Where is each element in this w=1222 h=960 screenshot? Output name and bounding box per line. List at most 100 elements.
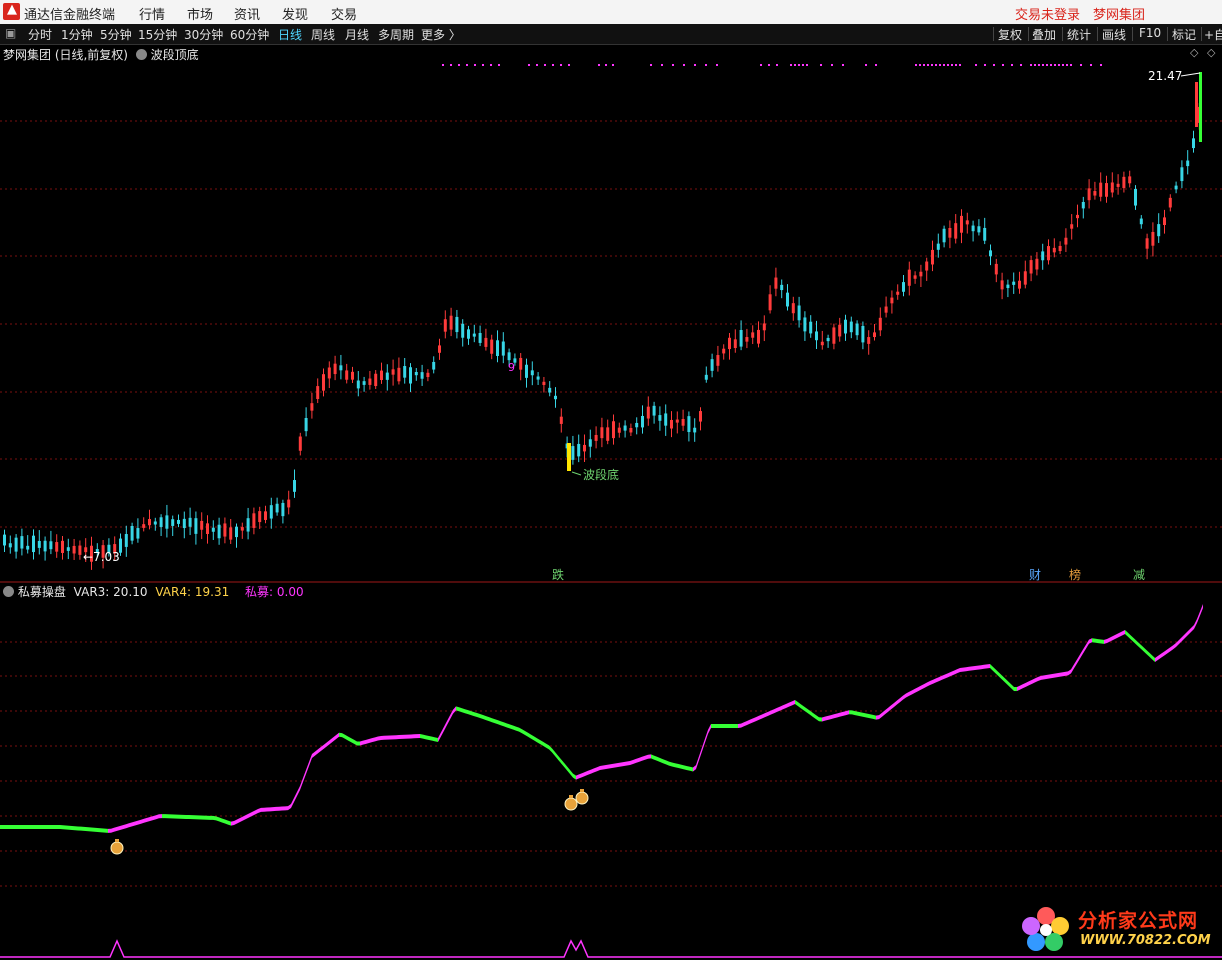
candlestick-chart[interactable]: 21.47 ←7.03 波段底 9 跌 财 榜 减 xyxy=(0,44,1222,584)
event-label-bang[interactable]: 榜 xyxy=(1069,567,1081,582)
indicator-segment xyxy=(105,828,108,833)
f10-button[interactable]: F10 xyxy=(1139,26,1161,40)
indicator-segment xyxy=(267,807,270,812)
draw-button[interactable]: 画线 xyxy=(1102,26,1126,43)
signal-dot xyxy=(528,64,530,66)
indicator-segment xyxy=(120,825,123,830)
indicator-segment xyxy=(147,817,150,822)
signal-dot xyxy=(1080,64,1082,66)
indicator-segment xyxy=(78,826,81,831)
tab-period-multi[interactable]: 多周期 xyxy=(378,26,414,43)
tab-period-daily[interactable]: 日线 xyxy=(278,26,302,43)
candle-body xyxy=(136,528,140,539)
menu-item-market[interactable]: 市场 xyxy=(187,4,213,23)
tab-period-weekly[interactable]: 周线 xyxy=(311,26,335,43)
candle-body xyxy=(200,520,204,530)
event-label-jian[interactable]: 减 xyxy=(1133,568,1145,582)
event-label-die[interactable]: 跌 xyxy=(552,567,564,582)
var3-label: VAR3: xyxy=(73,585,110,599)
indicator-segment xyxy=(873,714,876,720)
candle-body xyxy=(931,249,934,265)
indicator-segment xyxy=(1005,678,1008,686)
signal-dot xyxy=(935,64,937,66)
candle-body xyxy=(240,527,244,531)
indicator-segment xyxy=(1200,604,1203,616)
signal-dot xyxy=(672,64,674,66)
pm-value: 0.00 xyxy=(276,585,304,599)
tab-period-30min[interactable]: 30分钟 xyxy=(184,26,223,43)
signal-dot xyxy=(923,64,925,66)
indicator-segment xyxy=(555,752,558,760)
candle-body xyxy=(739,329,743,347)
indicator-segment xyxy=(192,815,195,820)
indicator-segment xyxy=(171,814,174,819)
indicator-segment xyxy=(345,734,348,741)
candle-body xyxy=(542,381,546,385)
indicator-segment xyxy=(189,815,192,820)
signal-dot xyxy=(1034,64,1036,66)
indicator-segment xyxy=(270,807,273,812)
indicator-segment xyxy=(72,825,75,831)
indicator-segment xyxy=(747,719,750,725)
adjust-button[interactable]: 复权 xyxy=(998,26,1022,43)
indicator-segment xyxy=(1170,645,1173,652)
indicator-segment xyxy=(303,770,306,782)
tab-period-more[interactable]: 更多 〉 xyxy=(421,26,461,43)
candle-body xyxy=(1105,183,1108,197)
tab-period-monthly[interactable]: 月线 xyxy=(345,26,369,43)
signal-dot xyxy=(798,64,800,66)
overlay-button[interactable]: 叠加 xyxy=(1032,26,1056,43)
indicator-segment xyxy=(387,735,390,740)
candle-body xyxy=(438,345,441,353)
menu-item-trade[interactable]: 交易 xyxy=(331,4,357,23)
menu-item-quotes[interactable]: 行情 xyxy=(139,4,165,23)
signal-dot xyxy=(919,64,921,66)
indicator-segment xyxy=(894,700,897,707)
money-bag-icon xyxy=(110,841,124,855)
tab-period-intraday[interactable]: 分时 xyxy=(28,26,52,43)
tab-period-15min[interactable]: 15分钟 xyxy=(138,26,177,43)
indicator-segment xyxy=(1038,675,1041,681)
money-bag-icon xyxy=(115,839,119,842)
tab-period-1min[interactable]: 1分钟 xyxy=(61,26,93,43)
signal-dot xyxy=(1038,64,1040,66)
mark-button[interactable]: 标记 xyxy=(1172,26,1196,43)
login-status-link[interactable]: 交易未登录 xyxy=(1015,4,1080,23)
indicator-segment xyxy=(9,825,12,829)
money-bag-icon xyxy=(569,795,573,798)
signal-dot xyxy=(831,64,833,66)
indicator-segment xyxy=(393,735,396,740)
event-label-cai[interactable]: 财 xyxy=(1029,568,1041,582)
indicator-segment xyxy=(1023,682,1026,689)
tab-period-60min[interactable]: 60分钟 xyxy=(230,26,269,43)
candle-body xyxy=(571,446,575,460)
indicator-segment xyxy=(219,817,222,823)
menu-item-news[interactable]: 资讯 xyxy=(234,4,260,23)
indicator-segment xyxy=(384,735,387,740)
indicator-segment xyxy=(1077,654,1080,664)
watermark-url: WWW.70822.COM xyxy=(1080,933,1211,948)
add-custom-button[interactable]: +自 xyxy=(1204,26,1222,43)
menu-item-discover[interactable]: 发现 xyxy=(282,4,308,23)
indicator-segment xyxy=(1011,684,1014,692)
main-grid xyxy=(0,120,1222,528)
indicator-segment xyxy=(288,804,291,811)
indicator-segment xyxy=(399,734,402,740)
indicator-segment xyxy=(1002,675,1005,683)
candle-body xyxy=(786,292,789,307)
tab-period-5min[interactable]: 5分钟 xyxy=(100,26,132,43)
indicator-segment xyxy=(369,738,372,743)
indicator-segment xyxy=(75,826,78,831)
candle-body xyxy=(484,337,488,347)
indicator-segment xyxy=(792,700,795,706)
indicator-menu-icon[interactable] xyxy=(3,586,14,597)
collapse-icon[interactable]: ▣ xyxy=(5,26,16,40)
indicator-segment xyxy=(1173,643,1176,650)
indicator-segment xyxy=(612,763,615,768)
indicator-segment xyxy=(1014,687,1017,692)
indicator-segment xyxy=(966,666,969,672)
sub-indicator-name[interactable]: 私募操盘 xyxy=(18,585,66,599)
indicator-segment xyxy=(591,768,594,774)
stats-button[interactable]: 统计 xyxy=(1067,26,1091,43)
candle-body xyxy=(252,513,256,528)
